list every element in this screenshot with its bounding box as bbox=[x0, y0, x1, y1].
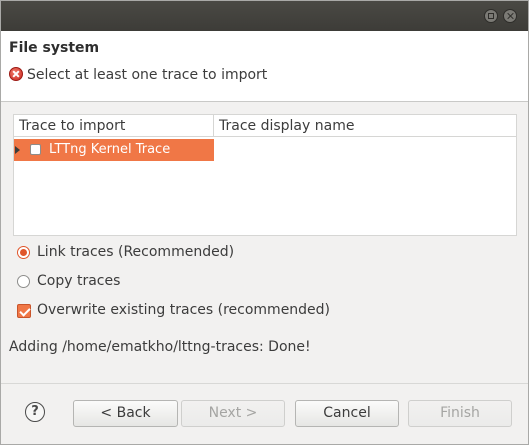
column-header-trace[interactable]: Trace to import bbox=[14, 115, 214, 137]
trace-checkbox[interactable] bbox=[30, 144, 41, 155]
button-bar-separator bbox=[1, 383, 528, 384]
trace-table: Trace to import Trace display name LTTng… bbox=[13, 114, 517, 236]
back-button[interactable]: < Back bbox=[73, 400, 178, 427]
overwrite-label: Overwrite existing traces (recommended) bbox=[37, 302, 331, 318]
maximize-icon[interactable] bbox=[484, 9, 498, 23]
table-row[interactable]: LTTng Kernel Trace bbox=[14, 139, 214, 161]
finish-button[interactable]: Finish bbox=[408, 400, 512, 427]
overwrite-checkbox[interactable] bbox=[17, 304, 31, 318]
column-header-display-name[interactable]: Trace display name bbox=[214, 115, 516, 137]
copy-traces-label: Copy traces bbox=[37, 273, 121, 289]
trace-name: LTTng Kernel Trace bbox=[49, 142, 171, 157]
copy-traces-radio[interactable] bbox=[17, 275, 30, 288]
import-dialog: File system Select at least one trace to… bbox=[0, 0, 529, 445]
window-titlebar[interactable] bbox=[1, 1, 528, 31]
error-message: Select at least one trace to import bbox=[27, 67, 268, 83]
cancel-button[interactable]: Cancel bbox=[295, 400, 399, 427]
status-text: Adding /home/ematkho/lttng-traces: Done! bbox=[9, 339, 311, 355]
link-traces-label: Link traces (Recommended) bbox=[37, 244, 235, 260]
expand-arrow-icon[interactable] bbox=[15, 146, 20, 154]
page-title: File system bbox=[9, 40, 100, 56]
next-button[interactable]: Next > bbox=[181, 400, 285, 427]
close-icon[interactable] bbox=[503, 9, 517, 23]
help-button[interactable]: ? bbox=[25, 402, 45, 422]
link-traces-radio[interactable] bbox=[17, 246, 30, 259]
wizard-header: File system Select at least one trace to… bbox=[1, 31, 528, 102]
error-icon bbox=[9, 67, 23, 81]
